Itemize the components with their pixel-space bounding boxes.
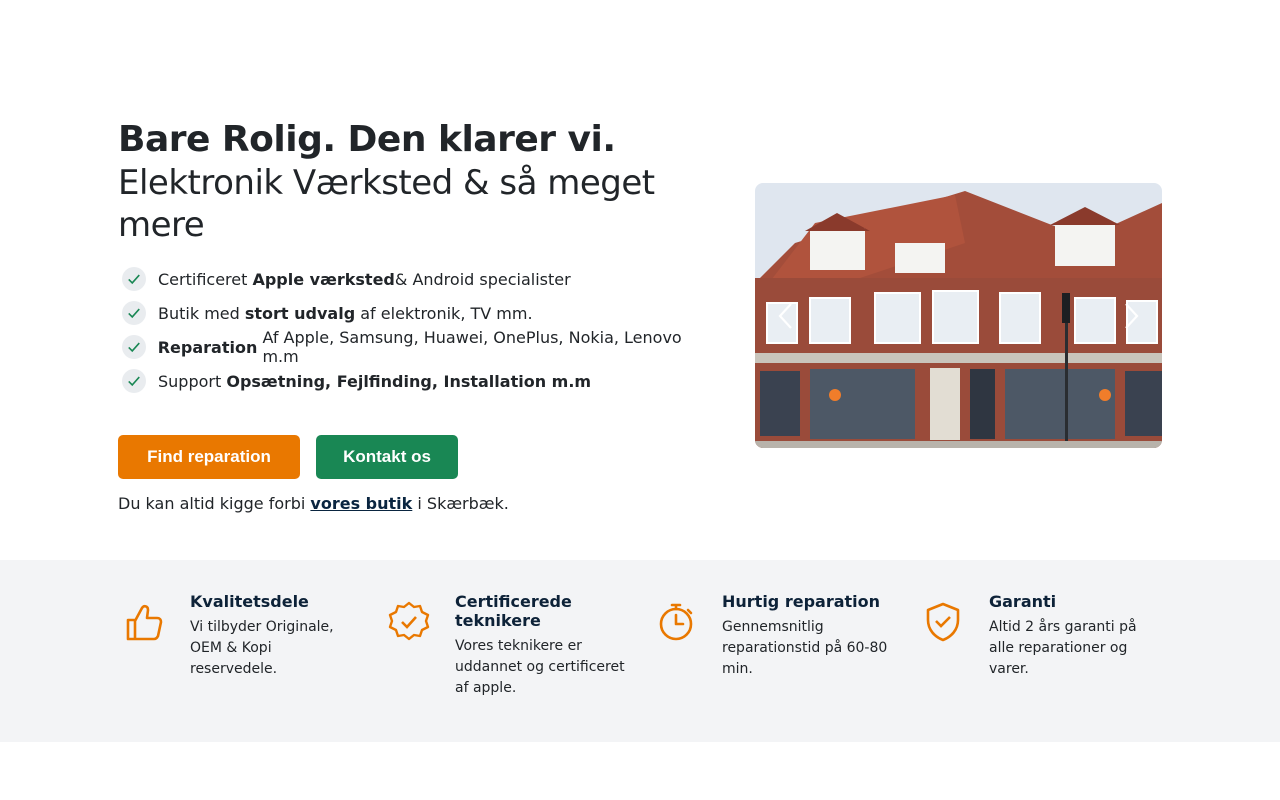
checklist-bold: stort udvalg <box>244 303 356 323</box>
feature-desc: Altid 2 års garanti på alle reparationer… <box>989 619 1137 677</box>
checklist-bold: Apple værksted <box>252 269 395 289</box>
feature-checklist: Certificeret Apple værksted & Android sp… <box>118 262 718 398</box>
contact-button[interactable]: Kontakt os <box>316 435 458 479</box>
checklist-post: & Android specialister <box>394 269 571 289</box>
find-repair-button[interactable]: Find reparation <box>118 435 300 479</box>
certified-badge-icon <box>387 600 431 644</box>
check-icon <box>122 369 146 393</box>
check-icon <box>122 301 146 325</box>
visit-post: i Skærbæk. <box>412 494 509 513</box>
shield-check-icon <box>921 600 965 644</box>
hero-subtitle: Elektronik Værksted & så meget mere <box>118 163 655 245</box>
checklist-post: Af Apple, Samsung, Huawei, OnePlus, Noki… <box>262 328 682 366</box>
checklist-bold: Reparation <box>157 337 258 357</box>
feature-desc: Vores teknikere er uddannet og certifice… <box>455 638 625 696</box>
visit-pre: Du kan altid kigge forbi <box>118 494 311 513</box>
feature-title: Kvalitetsdele <box>190 592 309 611</box>
features-band: Kvalitetsdele Vi tilbyder Originale, OEM… <box>0 560 1280 742</box>
feature-text: Kvalitetsdele Vi tilbyder Originale, OEM… <box>190 592 360 680</box>
checklist-pre: Butik med <box>158 303 240 323</box>
checklist-pre: Certificeret <box>158 269 248 289</box>
feature-text: Garanti Altid 2 års garanti på alle repa… <box>989 592 1159 680</box>
checklist-item: Certificeret Apple værksted & Android sp… <box>118 262 718 296</box>
hero-buttons: Find reparation Kontakt os <box>118 435 718 479</box>
hero-section: Bare Rolig. Den klarer vi. Elektronik Væ… <box>118 118 718 513</box>
checklist-item: Butik med stort udvalg af elektronik, TV… <box>118 296 718 330</box>
feature-title: Garanti <box>989 592 1057 611</box>
feature-title: Certificerede teknikere <box>455 592 572 630</box>
check-icon <box>122 335 146 359</box>
feature-text: Certificerede teknikere Vores teknikere … <box>455 592 625 699</box>
checklist-item: Support Opsætning, Fejlfinding, Installa… <box>118 364 718 398</box>
store-photo <box>755 183 1162 448</box>
carousel-prev-icon[interactable] <box>773 298 797 334</box>
stopwatch-icon <box>654 600 698 644</box>
feature-text: Hurtig reparation Gennemsnitlig reparati… <box>722 592 892 680</box>
check-icon <box>122 267 146 291</box>
hero-title: Bare Rolig. Den klarer vi. <box>118 119 616 160</box>
store-link[interactable]: vores butik <box>310 494 412 513</box>
store-image-carousel[interactable] <box>755 183 1162 448</box>
carousel-next-icon[interactable] <box>1120 298 1144 334</box>
visit-text: Du kan altid kigge forbi vores butik i S… <box>118 494 718 513</box>
feature-title: Hurtig reparation <box>722 592 881 611</box>
thumbs-up-icon <box>122 600 166 644</box>
checklist-pre: Support <box>158 371 222 391</box>
checklist-bold: Opsætning, Fejlfinding, Installation m.m <box>226 371 592 391</box>
checklist-post: af elektronik, TV mm. <box>360 303 533 323</box>
feature-desc: Gennemsnitlig reparationstid på 60-80 mi… <box>722 619 888 677</box>
feature-desc: Vi tilbyder Originale, OEM & Kopi reserv… <box>190 619 334 677</box>
checklist-item: Reparation Af Apple, Samsung, Huawei, On… <box>118 328 718 366</box>
